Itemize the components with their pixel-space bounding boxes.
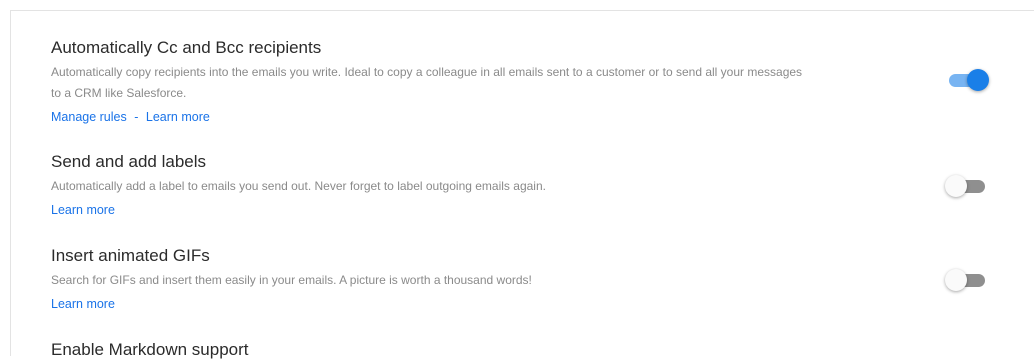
setting-description: Automatically copy recipients into the e… [51,65,803,100]
setting-description: Automatically add a label to emails you … [51,179,546,193]
link-separator: - [134,110,139,124]
setting-markdown-support: Enable Markdown support [51,339,1011,361]
setting-auto-cc-bcc: Automatically Cc and Bcc recipients Auto… [51,37,1011,126]
learn-more-link[interactable]: Learn more [51,203,115,217]
setting-title: Insert animated GIFs [51,246,210,265]
setting-links: Manage rules - Learn more [51,108,1011,126]
animated-gifs-toggle[interactable] [945,269,987,291]
setting-animated-gifs: Insert animated GIFs Search for GIFs and… [51,245,1011,313]
learn-more-link[interactable]: Learn more [146,110,210,124]
settings-page: Automatically Cc and Bcc recipients Auto… [0,0,1034,359]
toggle-knob [967,69,989,91]
setting-description: Search for GIFs and insert them easily i… [51,273,532,287]
setting-links: Learn more [51,201,1011,219]
setting-title: Automatically Cc and Bcc recipients [51,38,322,57]
learn-more-link[interactable]: Learn more [51,297,115,311]
setting-links: Learn more [51,295,1011,313]
manage-rules-link[interactable]: Manage rules [51,110,127,124]
settings-panel: Automatically Cc and Bcc recipients Auto… [10,10,1034,359]
setting-send-add-labels: Send and add labels Automatically add a … [51,151,1011,219]
setting-title: Send and add labels [51,152,207,171]
toggle-knob [945,269,967,291]
send-add-labels-toggle[interactable] [945,175,987,197]
auto-cc-bcc-toggle[interactable] [947,69,989,91]
setting-title: Enable Markdown support [51,340,249,359]
toggle-knob [945,175,967,197]
